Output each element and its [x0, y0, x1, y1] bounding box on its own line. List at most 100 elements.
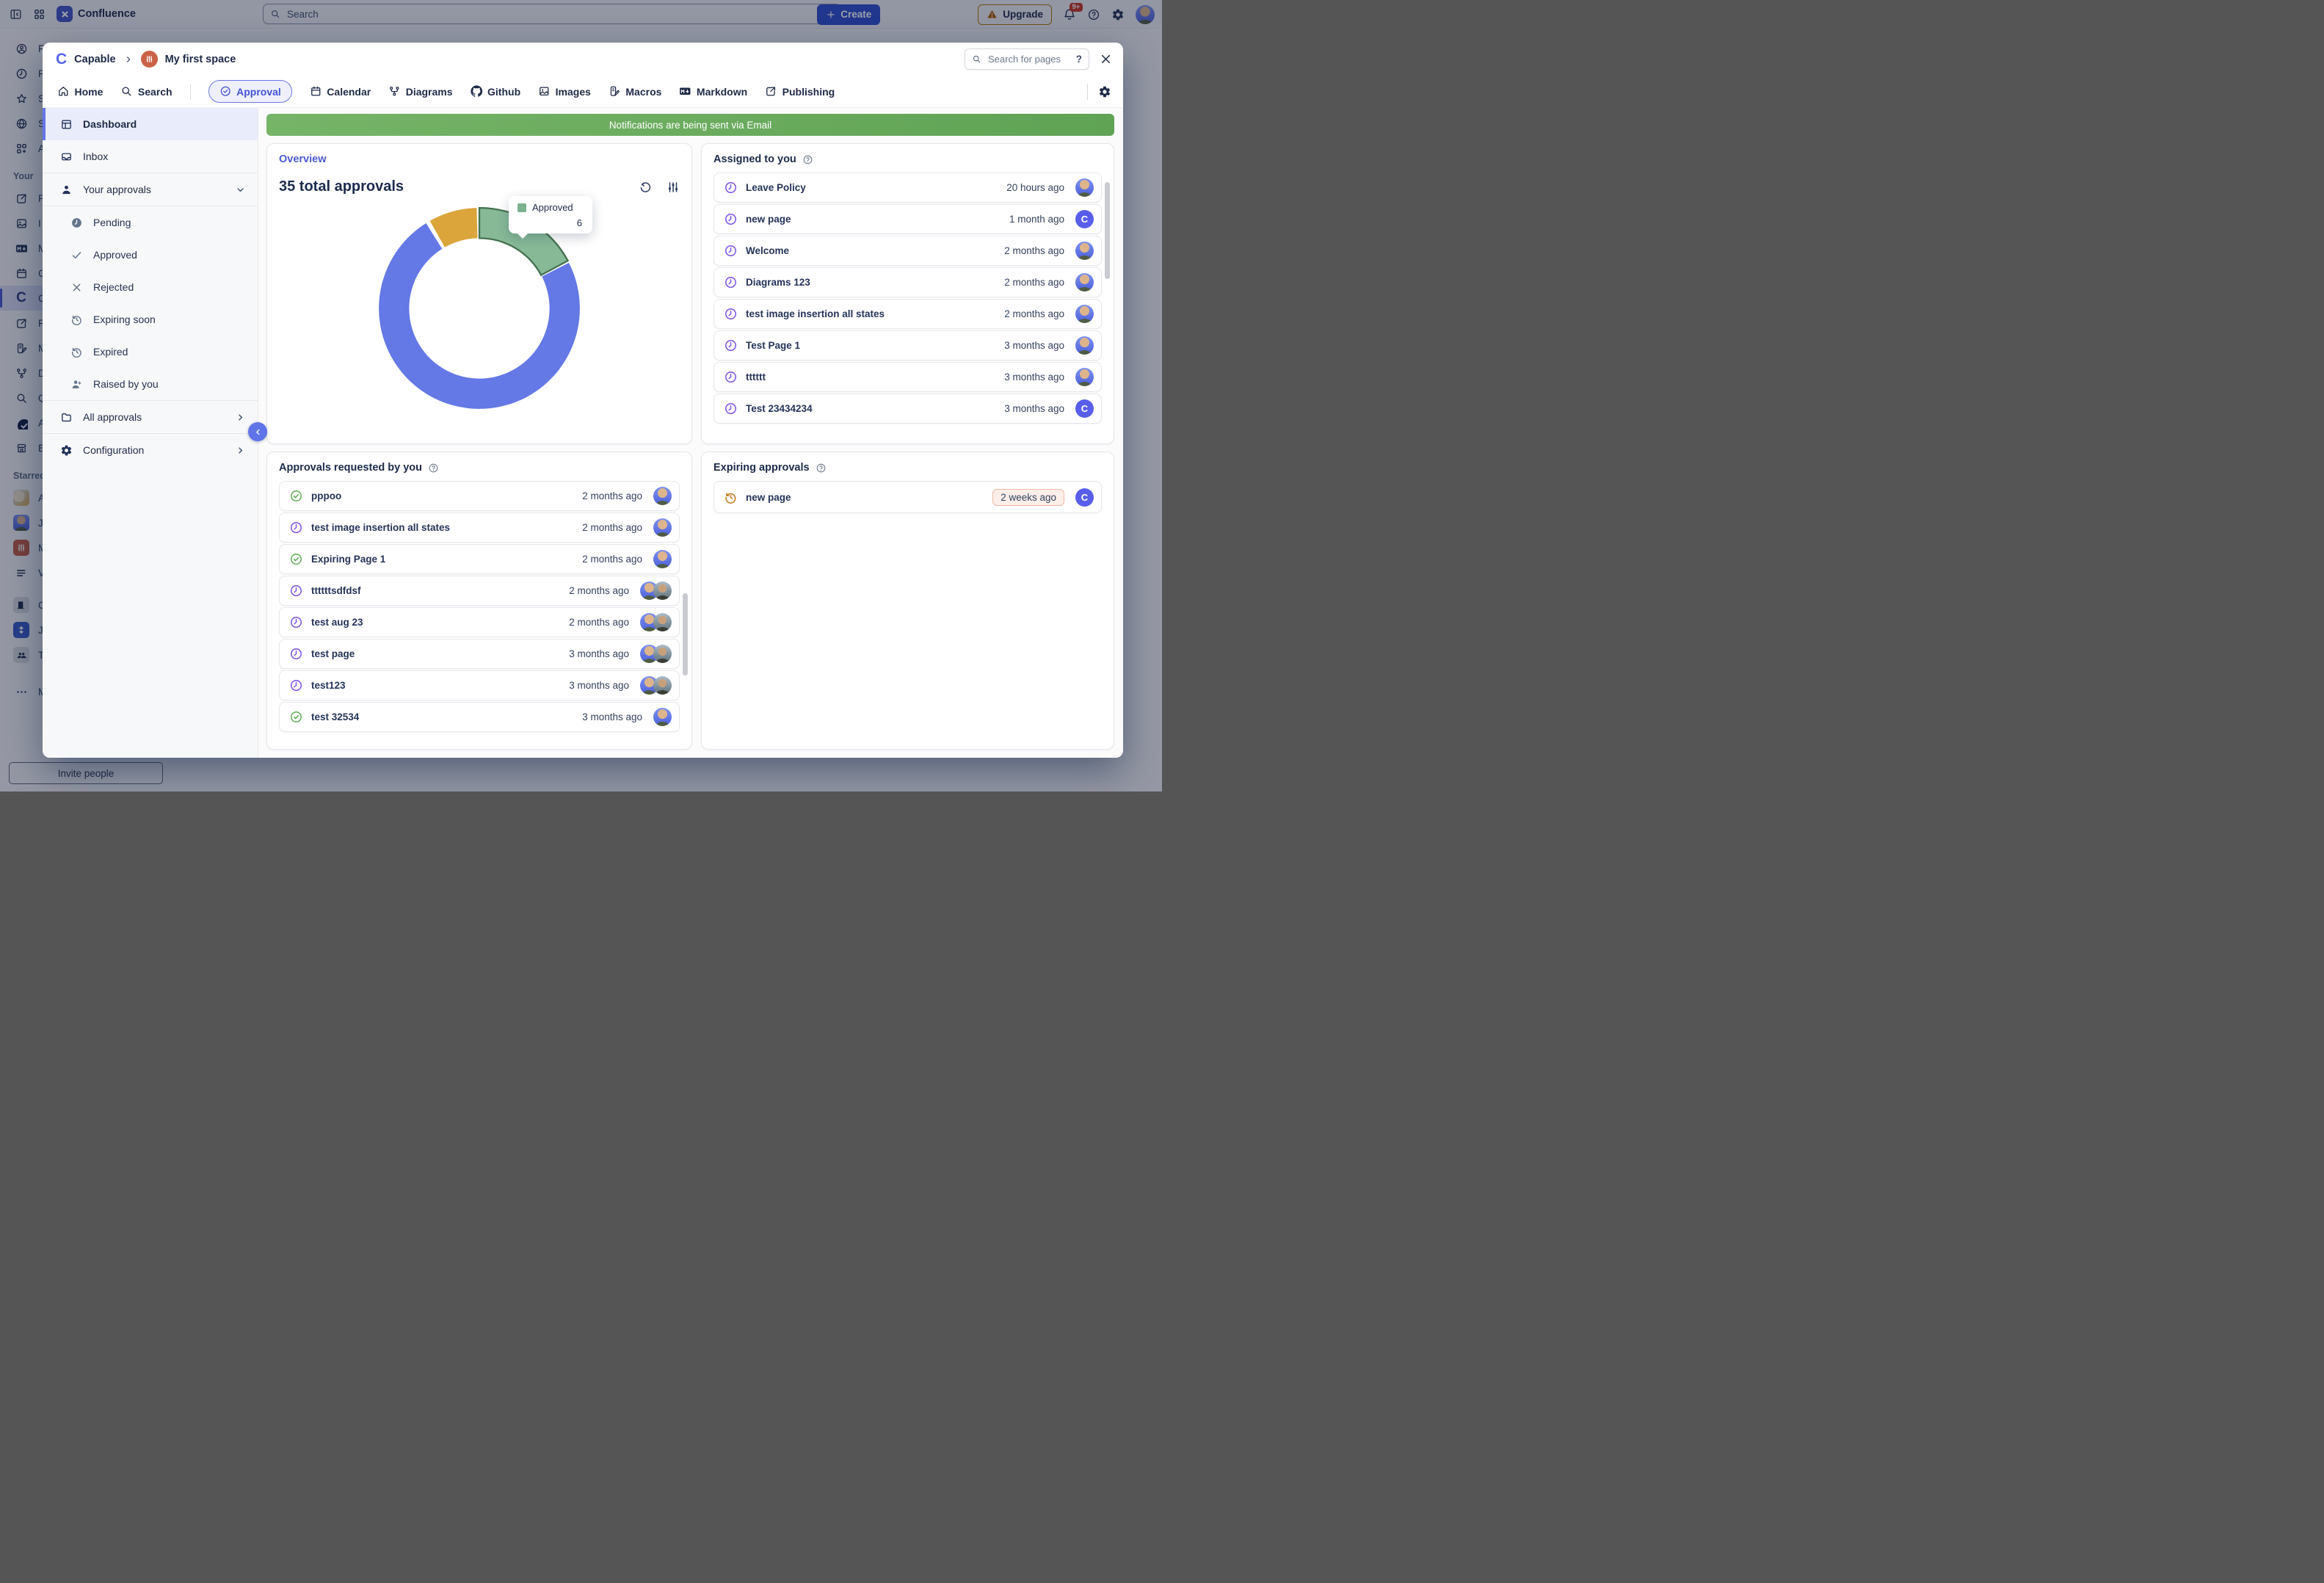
time-ago: 2 months ago [569, 585, 629, 596]
sidebar-item-configuration[interactable]: Configuration [43, 434, 258, 466]
pending-clock-icon [723, 338, 738, 352]
approved-check-icon [288, 552, 303, 566]
refresh-icon[interactable] [639, 181, 652, 194]
chevron-down-icon [233, 184, 247, 195]
user-avatar [1075, 336, 1094, 355]
capable-logo: C [56, 51, 67, 67]
approval-list-item[interactable]: test page 3 months ago [279, 639, 680, 669]
assignee-avatars [1075, 336, 1094, 355]
pending-clock-icon [723, 402, 738, 416]
page-title: test123 [311, 680, 561, 691]
approval-list-item[interactable]: test 32534 3 months ago [279, 702, 680, 732]
capable-avatar: C [1075, 399, 1094, 418]
tab-home[interactable]: Home [57, 85, 103, 98]
pending-clock-icon [288, 584, 303, 598]
close-icon[interactable] [1099, 52, 1113, 66]
folder-icon [59, 411, 73, 424]
sidebar-item-all-approvals[interactable]: All approvals [43, 401, 258, 433]
scrollbar-thumb[interactable] [1105, 182, 1110, 279]
page-title: test 32534 [311, 711, 574, 722]
filter-sliders-icon[interactable] [667, 181, 680, 194]
pending-clock-icon [288, 521, 303, 535]
approval-list-item[interactable]: test123 3 months ago [279, 670, 680, 700]
page-search-input[interactable] [987, 53, 1071, 65]
user-avatar [653, 645, 672, 663]
page-title: test aug 23 [311, 617, 561, 628]
user-avatar [653, 708, 672, 726]
person-icon [59, 184, 73, 196]
user-avatar [653, 487, 672, 505]
assignee-avatars [640, 645, 672, 663]
total-approvals-label: 35 total approvals [279, 178, 404, 195]
approval-list-item[interactable]: new page 2 weeks ago C [713, 481, 1102, 513]
page-title: test page [311, 648, 561, 659]
time-ago: 3 months ago [569, 648, 629, 659]
breadcrumb-app[interactable]: Capable [74, 54, 115, 65]
help-icon[interactable] [802, 154, 813, 165]
sidebar-item-pending[interactable]: Pending [43, 206, 258, 239]
tab-calendar[interactable]: Calendar [310, 85, 371, 98]
tab-images[interactable]: Images [538, 85, 591, 98]
time-ago: 3 months ago [1004, 403, 1064, 414]
notification-banner: Notifications are being sent via Email [266, 114, 1114, 136]
approval-list-item[interactable]: new page 1 month ago C [713, 204, 1102, 234]
assignee-avatars: C [1075, 210, 1094, 228]
sidebar-item-your-approvals[interactable]: Your approvals [43, 173, 258, 206]
assignee-avatars [1075, 178, 1094, 197]
assignee-avatars [1075, 305, 1094, 323]
approval-list-item[interactable]: Welcome 2 months ago [713, 236, 1102, 266]
app-settings-icon[interactable] [1098, 85, 1111, 98]
assignee-avatars [653, 487, 672, 505]
tab-macros[interactable]: Macros [609, 85, 662, 98]
approval-list-item[interactable]: Leave Policy 20 hours ago [713, 173, 1102, 203]
pending-clock-icon [723, 307, 738, 321]
sidebar-item-approved[interactable]: Approved [43, 239, 258, 271]
sidebar-item-expiring-soon[interactable]: Expiring soon [43, 303, 258, 336]
tab-github[interactable]: Github [471, 85, 521, 98]
sidebar-item-expired[interactable]: Expired [43, 336, 258, 368]
search-icon [972, 54, 981, 64]
assignee-avatars: C [1075, 488, 1094, 507]
approval-list-item[interactable]: Test Page 1 3 months ago [713, 330, 1102, 361]
overview-section-title: Overview [279, 153, 680, 165]
tooltip-label: Approved [532, 202, 573, 213]
sidebar-item-raised-by-you[interactable]: Raised by you [43, 368, 258, 400]
approval-list-item[interactable]: pppoo 2 months ago [279, 481, 680, 511]
sidebar-item-dashboard[interactable]: Dashboard [43, 108, 258, 140]
pending-clock-icon [723, 370, 738, 384]
assignee-avatars [640, 613, 672, 631]
sidebar-item-inbox[interactable]: Inbox [43, 140, 258, 173]
breadcrumb-space[interactable]: My first space [165, 54, 236, 65]
sidebar-item-rejected[interactable]: Rejected [43, 271, 258, 303]
page-title: test image insertion all states [311, 522, 574, 533]
approval-list-item[interactable]: Diagrams 123 2 months ago [713, 267, 1102, 297]
approval-list-item[interactable]: test aug 23 2 months ago [279, 607, 680, 637]
tab-divider [1087, 84, 1088, 100]
assignee-avatars: C [1075, 399, 1094, 418]
assignee-avatars [640, 582, 672, 600]
tab-approval[interactable]: Approval [208, 80, 292, 103]
history-icon [69, 314, 84, 326]
scrollbar-thumb[interactable] [683, 593, 688, 675]
tab-divider [190, 84, 191, 100]
dashboard-content: Notifications are being sent via Email O… [258, 108, 1123, 758]
help-icon[interactable] [816, 463, 827, 474]
approval-list-item[interactable]: Expiring Page 1 2 months ago [279, 544, 680, 574]
tab-diagrams[interactable]: Diagrams [388, 85, 452, 98]
approval-list-item[interactable]: tttttt 3 months ago [713, 362, 1102, 392]
page-search[interactable]: ? [965, 48, 1089, 70]
help-icon[interactable] [428, 463, 439, 474]
tab-search[interactable]: Search [120, 85, 172, 98]
tooltip-swatch [518, 203, 526, 212]
approval-list-item[interactable]: Test 23434234 3 months ago C [713, 394, 1102, 424]
user-avatar [653, 613, 672, 631]
tab-markdown[interactable]: Markdown [679, 85, 747, 98]
tab-publishing[interactable]: Publishing [765, 85, 835, 98]
sidebar-collapse-button[interactable] [248, 422, 267, 441]
assigned-title: Assigned to you [713, 153, 796, 165]
github-icon [471, 85, 483, 98]
approval-list-item[interactable]: test image insertion all states 2 months… [713, 299, 1102, 329]
x-icon [69, 281, 84, 294]
approval-list-item[interactable]: test image insertion all states 2 months… [279, 512, 680, 543]
approval-list-item[interactable]: ttttttsdfdsf 2 months ago [279, 576, 680, 606]
